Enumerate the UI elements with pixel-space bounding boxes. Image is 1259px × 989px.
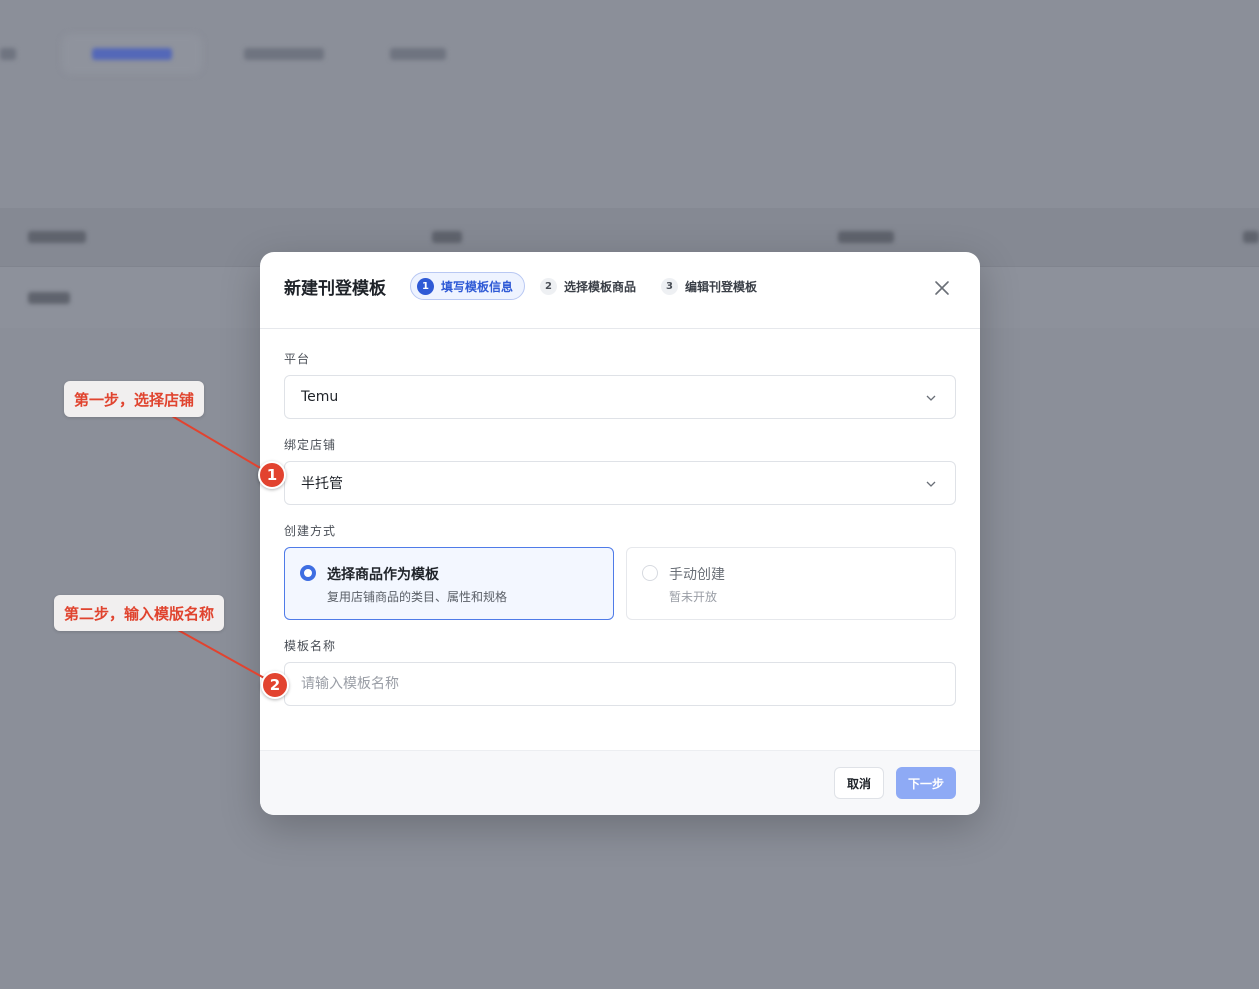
- chevron-down-icon: [926, 481, 936, 487]
- template-name-label: 模板名称: [284, 639, 337, 653]
- annotation-marker-2: 2: [261, 671, 289, 699]
- modal-footer: 取消 下一步: [260, 750, 980, 815]
- option-manual-create: 手动创建 暂未开放: [626, 547, 956, 620]
- option-select-product[interactable]: 选择商品作为模板 复用店铺商品的类目、属性和规格: [284, 547, 614, 620]
- step-label: 填写模板信息: [441, 279, 514, 294]
- platform-select[interactable]: Temu: [284, 375, 956, 419]
- background-tab-bar: [0, 34, 1259, 76]
- chevron-down-icon: [926, 395, 936, 401]
- option-description: 复用店铺商品的类目、属性和规格: [327, 590, 508, 604]
- create-template-modal: 新建刊登模板 1 填写模板信息 2 选择模板商品 3 编辑刊登模板 平台 Tem…: [260, 252, 980, 815]
- step-label: 选择模板商品: [564, 279, 637, 294]
- background-cell: [28, 292, 70, 304]
- close-icon[interactable]: [934, 280, 950, 296]
- step-edit-template: 3 编辑刊登模板: [661, 272, 757, 300]
- annotation-arrow-2: [177, 629, 267, 680]
- platform-value: Temu: [301, 389, 339, 405]
- option-title: 选择商品作为模板: [327, 567, 439, 583]
- background-tab-active: [92, 48, 172, 60]
- step-number: 2: [540, 277, 557, 295]
- template-name-input[interactable]: [284, 662, 956, 706]
- annotation-arrow-1: [171, 415, 263, 470]
- shop-label: 绑定店铺: [284, 438, 337, 452]
- step-number: 3: [661, 277, 678, 295]
- cancel-button[interactable]: 取消: [834, 767, 884, 799]
- option-title: 手动创建: [669, 567, 725, 583]
- background-cell: [838, 231, 894, 243]
- background-cell: [28, 231, 86, 243]
- creation-method-label: 创建方式: [284, 524, 337, 538]
- background-tab: [0, 48, 16, 60]
- annotation-callout-step-1: 第一步，选择店铺: [64, 381, 205, 417]
- background-tab: [390, 48, 446, 60]
- modal-title: 新建刊登模板: [284, 279, 386, 299]
- modal-header: 新建刊登模板 1 填写模板信息 2 选择模板商品 3 编辑刊登模板: [260, 252, 980, 329]
- next-step-button[interactable]: 下一步: [896, 767, 956, 799]
- step-fill-info: 1 填写模板信息: [410, 272, 526, 300]
- shop-value: 半托管: [301, 476, 343, 492]
- step-select-product: 2 选择模板商品: [540, 272, 636, 300]
- background-tab: [244, 48, 324, 60]
- step-number: 1: [417, 277, 434, 295]
- radio-selected[interactable]: [300, 565, 316, 581]
- background-cell: [1243, 231, 1259, 243]
- annotation-callout-step-2: 第二步，输入模版名称: [54, 595, 225, 631]
- step-label: 编辑刊登模板: [685, 279, 758, 294]
- platform-label: 平台: [284, 352, 311, 366]
- radio-disabled: [642, 565, 658, 581]
- background-cell: [432, 231, 462, 243]
- annotation-marker-1: 1: [258, 461, 286, 489]
- shop-select[interactable]: 半托管: [284, 461, 956, 505]
- option-description: 暂未开放: [669, 590, 718, 604]
